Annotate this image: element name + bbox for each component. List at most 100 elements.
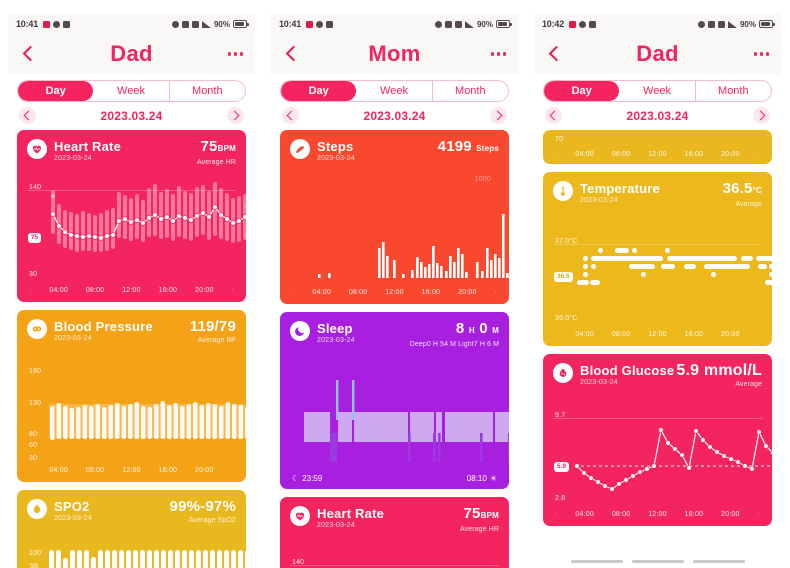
system-navigation-bar <box>534 560 781 563</box>
heart-icon <box>290 506 310 526</box>
page-title: Dad <box>636 41 679 66</box>
next-date-button[interactable] <box>227 107 244 124</box>
x-axis: · 04:00 08:00 12:00 16:00 20:00 · <box>555 511 760 518</box>
card-value: 36.5°C <box>722 180 762 197</box>
data-speed-icon <box>444 20 452 28</box>
prev-date-button[interactable] <box>545 107 562 124</box>
heart-icon <box>27 139 47 159</box>
glucose-icon <box>553 363 573 383</box>
battery-icon <box>759 20 775 28</box>
card-title: Temperature <box>580 181 660 196</box>
card-date: 2023-03-24 <box>317 155 355 162</box>
data-speed-icon <box>707 20 715 28</box>
blood-pressure-chart: 180 130 80 60 30 · 04:00 08:00 12:00 16:… <box>27 352 246 474</box>
next-date-button[interactable] <box>490 107 507 124</box>
period-segmented-control: Day Week Month <box>534 74 781 102</box>
card-value: 5.9 mmol/L <box>676 362 762 379</box>
card-subtitle: Average HR <box>196 159 236 166</box>
nav-bar: Dad <box>8 34 255 74</box>
more-options-button[interactable] <box>752 48 771 59</box>
card-subtitle: Deep0 H 54 M Light7 H 6 M <box>409 341 499 348</box>
phone-dad-2: 10:42 90% Dad Day Week Month 2023.03.24 … <box>526 0 789 568</box>
card-sleep[interactable]: Sleep 2023-03-24 8 H 0 M Deep0 H 54 M Li… <box>280 312 509 489</box>
nav-home-icon[interactable] <box>631 560 684 563</box>
mute-icon <box>434 20 442 28</box>
thermometer-icon <box>553 181 573 201</box>
card-title: Steps <box>317 139 354 154</box>
card-title: Blood Pressure <box>54 319 153 334</box>
current-date: 2023.03.24 <box>100 108 163 123</box>
signal-icon <box>464 20 474 28</box>
status-bar: 10:41 90% <box>271 14 518 34</box>
mute-icon <box>171 20 179 28</box>
card-subtitle: Average <box>735 381 762 388</box>
clock-icon <box>53 20 61 28</box>
card-spo2-partial[interactable]: 70 · 04:00 08:00 12:00 16:00 20:00 · <box>543 130 772 164</box>
status-left-icons <box>569 20 597 28</box>
shoe-icon <box>290 139 310 159</box>
card-list: Steps 2023-03-24 4199 Steps 1000 · 04:00… <box>271 130 518 568</box>
signal-icon <box>201 20 211 28</box>
nav-back-icon[interactable] <box>692 560 745 563</box>
more-options-button[interactable] <box>489 48 508 59</box>
tab-month[interactable]: Month <box>696 81 771 101</box>
card-value: 119/79 <box>189 318 236 335</box>
status-right-icons: 90% <box>171 20 249 29</box>
card-date: 2023-03-24 <box>317 522 355 529</box>
card-title: SPO2 <box>54 499 90 514</box>
tab-month[interactable]: Month <box>433 81 508 101</box>
back-button[interactable] <box>18 43 40 65</box>
x-axis: · 04:00 08:00 12:00 16:00 20:00 · <box>29 467 234 474</box>
heart-rate-chart: 140 30 75 · 04:00 08:00 12:00 16:00 20:0… <box>27 174 246 294</box>
tab-week[interactable]: Week <box>93 81 170 101</box>
status-time: 10:41 <box>16 19 39 29</box>
card-title: Heart Rate <box>54 139 122 154</box>
tab-day[interactable]: Day <box>18 81 94 101</box>
status-right-icons: 90% <box>697 20 775 29</box>
page-title: Mom <box>368 41 421 66</box>
card-title: Blood Glucose <box>580 363 675 378</box>
card-heart-rate[interactable]: Heart Rate 2023-03-24 75BPM Average HR 1… <box>17 130 246 302</box>
back-button[interactable] <box>544 43 566 65</box>
alarm-icon <box>43 20 51 28</box>
phone-mom: 10:41 90% Mom Day Week Month 2023.03.24 … <box>263 0 526 568</box>
prev-date-button[interactable] <box>19 107 36 124</box>
blood-glucose-chart: 9.7 2.8 5.9 · 04:00 08:00 12:00 16:00 20… <box>553 396 772 518</box>
page-title: Dad <box>110 41 153 66</box>
status-time: 10:42 <box>542 19 565 29</box>
tab-month[interactable]: Month <box>170 81 245 101</box>
card-temperature[interactable]: Temperature 2023-03-24 36.5°C Average 37… <box>543 172 772 346</box>
card-spo2[interactable]: SPO2 2023-03-24 99%-97% Average SpO2 100… <box>17 490 246 568</box>
card-title: Sleep <box>317 321 353 336</box>
moon-icon <box>290 321 310 341</box>
sleep-start: ☾ 23:59 <box>292 474 323 483</box>
tab-day[interactable]: Day <box>544 81 620 101</box>
status-right-icons: 90% <box>434 19 512 29</box>
card-heart-rate[interactable]: Heart Rate 2023-03-24 75BPM Average HR 1… <box>280 497 509 568</box>
card-blood-glucose[interactable]: Blood Glucose 2023-03-24 5.9 mmol/L Aver… <box>543 354 772 526</box>
prev-date-button[interactable] <box>282 107 299 124</box>
next-date-button[interactable] <box>753 107 770 124</box>
current-date: 2023.03.24 <box>626 108 689 123</box>
date-selector: 2023.03.24 <box>271 102 518 130</box>
card-date: 2023-03-24 <box>317 337 355 344</box>
app-icon <box>589 20 597 28</box>
status-bar: 10:41 90% <box>8 14 255 34</box>
sun-icon: ☀ <box>489 474 497 483</box>
tab-week[interactable]: Week <box>356 81 433 101</box>
tab-day[interactable]: Day <box>281 81 357 101</box>
back-button[interactable] <box>281 43 303 65</box>
card-steps[interactable]: Steps 2023-03-24 4199 Steps 1000 · 04:00… <box>280 130 509 304</box>
sleep-end: 08:10 ☀ <box>466 474 497 483</box>
card-blood-pressure[interactable]: Blood Pressure 2023-03-24 119/79 Average… <box>17 310 246 482</box>
current-date: 2023.03.24 <box>363 108 426 123</box>
x-axis: · 04:00 08:00 12:00 16:00 20:00 · <box>555 151 760 158</box>
card-value: 75BPM <box>463 505 499 522</box>
battery-percent: 90% <box>476 19 493 29</box>
more-options-button[interactable] <box>226 48 245 59</box>
tab-week[interactable]: Week <box>619 81 696 101</box>
moon-icon: ☾ <box>292 474 300 483</box>
card-title: Heart Rate <box>317 506 385 521</box>
screenshot-root: 10:41 90% Dad Day Week Month 2023.03.24 … <box>0 0 790 568</box>
nav-recents-icon[interactable] <box>570 560 623 563</box>
